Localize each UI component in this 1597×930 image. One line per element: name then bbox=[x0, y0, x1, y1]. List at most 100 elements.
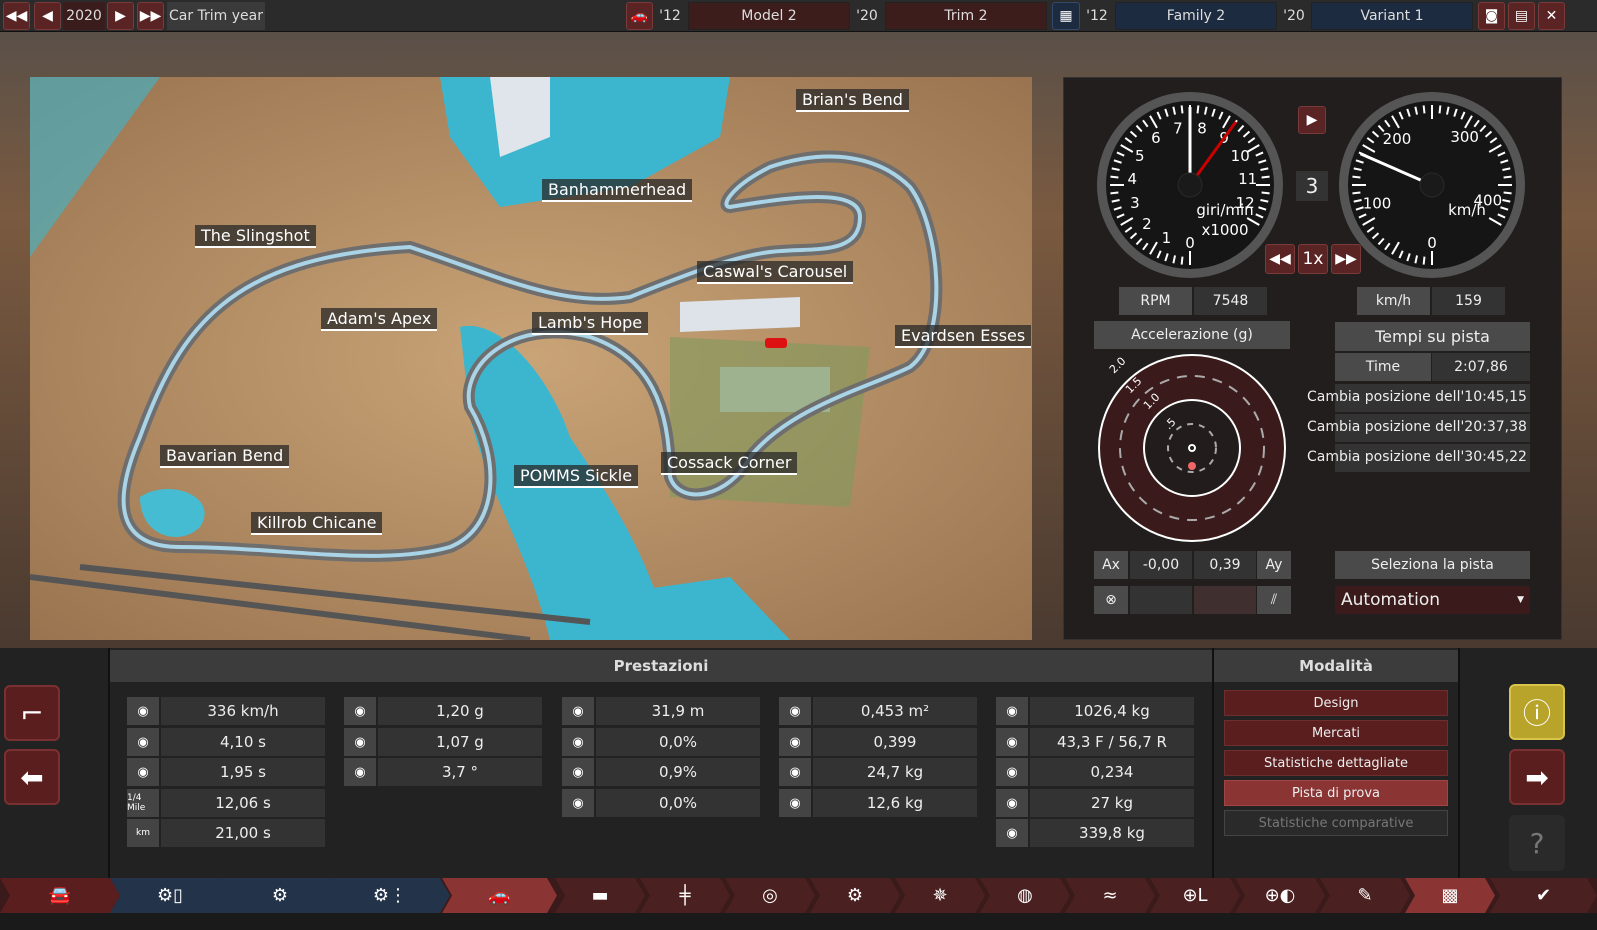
g-ring-label: 2.0 bbox=[1107, 355, 1129, 377]
gauge-tick bbox=[1352, 175, 1361, 179]
map-label: POMMS Sickle bbox=[514, 465, 639, 488]
stat-value: 27 kg bbox=[1030, 789, 1194, 817]
car-body-icon[interactable]: 🚘 bbox=[0, 878, 120, 913]
gauge-tick-label: 4 bbox=[1128, 170, 1138, 188]
gauge-multiplier: x1000 bbox=[1201, 221, 1248, 239]
stat-value: 339,8 kg bbox=[1030, 819, 1194, 847]
mode-button[interactable]: Statistiche comparative bbox=[1224, 810, 1448, 836]
track-select[interactable]: Automation ▼ bbox=[1335, 586, 1530, 614]
gauge-tick-label: 11 bbox=[1238, 170, 1257, 188]
gauge-tick-label: 1 bbox=[1162, 229, 1172, 247]
aero-icon[interactable]: ≈ bbox=[1065, 878, 1155, 913]
stat-value: 24,7 kg bbox=[813, 758, 977, 786]
variant-select[interactable]: Variant 1 bbox=[1311, 2, 1473, 30]
modes-title: Modalità bbox=[1214, 650, 1458, 682]
map-label: Killrob Chicane bbox=[251, 512, 383, 535]
stat-value: 12,06 s bbox=[161, 789, 325, 817]
stat-value: 21,00 s bbox=[161, 819, 325, 847]
ax-value: -0,00 bbox=[1130, 551, 1192, 579]
80-120-icon: ◉ bbox=[127, 758, 159, 786]
steering-icon[interactable]: ⊕◐ bbox=[1235, 878, 1325, 913]
select-track-button[interactable]: Seleziona la pista bbox=[1335, 551, 1530, 579]
interior-icon[interactable]: ⊕L bbox=[1150, 878, 1240, 913]
torsion-icon: ◉ bbox=[996, 758, 1028, 786]
engine-design-icon[interactable]: ⚙ bbox=[220, 878, 340, 913]
model-select[interactable]: Model 2 bbox=[688, 2, 850, 30]
finish-icon[interactable]: ✔ bbox=[1490, 878, 1597, 913]
warning-button[interactable]: ⓘ bbox=[1509, 684, 1565, 740]
map-label: Cossack Corner bbox=[661, 452, 798, 475]
weight-icon: ◉ bbox=[996, 697, 1028, 725]
year-first-button[interactable]: ◀◀ bbox=[3, 2, 30, 30]
year-field[interactable]: 2020 bbox=[63, 2, 105, 30]
headlights-icon[interactable]: ◎ bbox=[725, 878, 815, 913]
stat-value: 1,95 s bbox=[161, 758, 325, 786]
notes-icon[interactable]: ▤ bbox=[1508, 2, 1535, 30]
gauge-tick bbox=[1503, 191, 1512, 195]
lap-time-row: Cambia posizione dell'20:37,38 bbox=[1307, 419, 1527, 435]
family-select[interactable]: Family 2 bbox=[1115, 2, 1277, 30]
mode-button[interactable]: Statistiche dettagliate bbox=[1224, 750, 1448, 776]
model-year: '12 bbox=[659, 8, 681, 24]
mode-button[interactable]: Mercati bbox=[1224, 720, 1448, 746]
year-last-button[interactable]: ▶▶ bbox=[137, 2, 164, 30]
gauge-tick bbox=[1261, 175, 1270, 179]
car-trim-icon[interactable]: 🚗 bbox=[442, 878, 557, 913]
gauge-tick-label: 7 bbox=[1173, 119, 1183, 137]
gauge-tick-label: 6 bbox=[1151, 129, 1161, 147]
braking-distance-icon: ◉ bbox=[562, 697, 594, 725]
back-button[interactable]: ⬅ bbox=[4, 749, 60, 805]
stat-value: 3,7 ° bbox=[378, 758, 542, 786]
gearbox-icon[interactable]: ⚙ bbox=[810, 878, 900, 913]
year-prev-button[interactable]: ◀ bbox=[34, 2, 61, 30]
throttle-bar bbox=[1194, 586, 1256, 614]
engine-family-icon[interactable]: ⚙▯ bbox=[110, 878, 230, 913]
chassis-icon[interactable]: ▬ bbox=[555, 878, 645, 913]
playback-speed-button[interactable]: 1x bbox=[1298, 244, 1328, 274]
gauge-tick-label: 5 bbox=[1135, 147, 1145, 165]
tuning-icon[interactable]: ✎ bbox=[1320, 878, 1410, 913]
car-icon[interactable]: 🚗 bbox=[626, 2, 653, 30]
map-label: Brian's Bend bbox=[796, 89, 909, 112]
gauge-tick bbox=[1196, 105, 1200, 114]
tire-grip-icon: ⫽ bbox=[1257, 586, 1291, 614]
engine-tuning-icon[interactable]: ⚙⋮ bbox=[330, 878, 450, 913]
mode-button[interactable]: Design bbox=[1224, 690, 1448, 716]
stat-value: 1,20 g bbox=[378, 697, 542, 725]
close-button[interactable]: ✕ bbox=[1538, 2, 1565, 30]
ax-label: Ax bbox=[1094, 551, 1128, 579]
gauge-tick-label: 2 bbox=[1142, 215, 1152, 233]
gauge-tick bbox=[1352, 191, 1361, 195]
camera-icon[interactable]: ◙ bbox=[1478, 2, 1505, 30]
rewind-button[interactable]: ◀◀ bbox=[1265, 244, 1295, 274]
test-track-icon[interactable]: ▩ bbox=[1405, 878, 1495, 913]
gear-indicator: 3 bbox=[1296, 171, 1328, 201]
help-button[interactable]: ? bbox=[1509, 815, 1565, 871]
engine-icon[interactable]: ▦ bbox=[1052, 2, 1080, 30]
track-select-value: Automation bbox=[1341, 590, 1441, 610]
gauge-tick bbox=[1180, 256, 1184, 265]
body-roll-icon: ◉ bbox=[344, 758, 376, 786]
play-button[interactable]: ▶ bbox=[1298, 106, 1326, 134]
trim-year: '20 bbox=[856, 8, 878, 24]
chart-axes-button[interactable]: ⌐ bbox=[4, 685, 60, 741]
drag-coefficient-icon: ◉ bbox=[779, 728, 811, 756]
suspension-icon[interactable]: ╪ bbox=[640, 878, 730, 913]
next-button[interactable]: ➡ bbox=[1509, 749, 1565, 805]
stat-value: 336 km/h bbox=[161, 697, 325, 725]
trim-select[interactable]: Trim 2 bbox=[885, 2, 1047, 30]
mode-button[interactable]: Pista di prova bbox=[1224, 780, 1448, 806]
brakes-icon[interactable]: ◍ bbox=[980, 878, 1070, 913]
chevron-down-icon: ▼ bbox=[1517, 595, 1524, 605]
rear-downforce-icon: ◉ bbox=[779, 789, 811, 817]
g-force-circle: 2.01.51.0.5 bbox=[1098, 354, 1286, 542]
stat-value: 0,399 bbox=[813, 728, 977, 756]
tow-weight-icon: ◉ bbox=[996, 789, 1028, 817]
fast-forward-button[interactable]: ▶▶ bbox=[1331, 244, 1361, 274]
acceleration-title: Accelerazione (g) bbox=[1094, 321, 1290, 349]
wheels-icon[interactable]: ✵ bbox=[895, 878, 985, 913]
gauge-tick bbox=[1180, 105, 1184, 114]
track-map[interactable]: Brian's Bend Banhammerhead The Slingshot… bbox=[30, 77, 1032, 640]
year-next-button[interactable]: ▶ bbox=[107, 2, 134, 30]
stat-value: 0,0% bbox=[596, 789, 760, 817]
